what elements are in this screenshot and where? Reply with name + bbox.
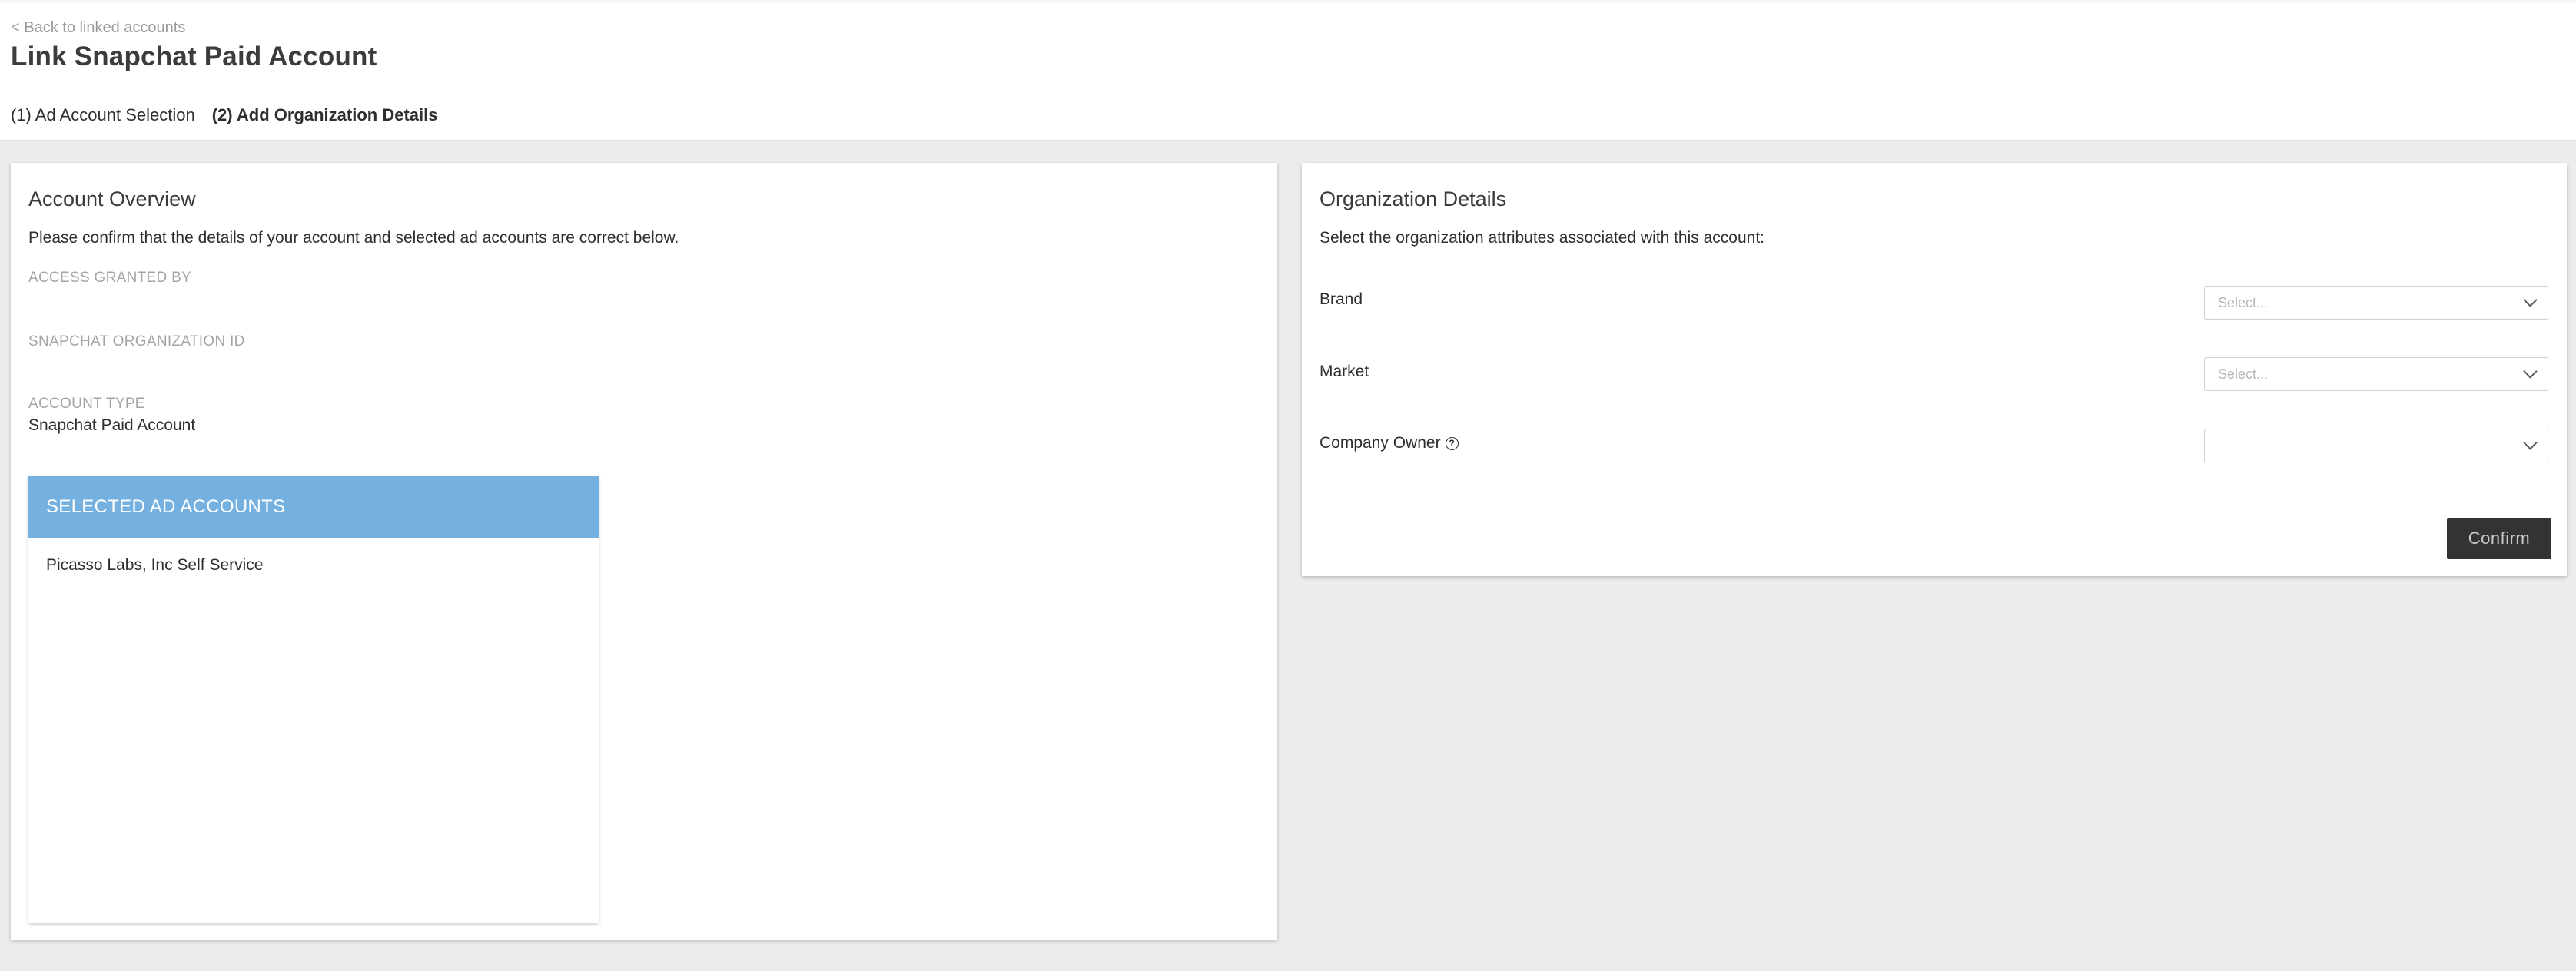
account-overview-card: Account Overview Please confirm that the… [11,163,1277,940]
company-owner-label-text: Company Owner [1320,434,1441,452]
page-title: Link Snapchat Paid Account [11,41,377,71]
organization-details-title: Organization Details [1320,187,1507,210]
chevron-down-icon [2523,293,2538,307]
market-select[interactable]: Select... [2204,357,2548,391]
access-granted-by-label: ACCESS GRANTED BY [28,270,192,286]
account-overview-description: Please confirm that the details of your … [28,229,679,247]
chevron-down-icon [2523,436,2538,450]
brand-select[interactable]: Select... [2204,286,2548,320]
company-owner-label: Company Owner ? [1320,434,1459,452]
account-overview-title: Account Overview [28,187,196,210]
selected-ad-account-item: Picasso Labs, Inc Self Service [46,556,264,574]
step-indicator: (1) Ad Account Selection (2) Add Organiz… [11,105,437,125]
selected-ad-accounts-panel: SELECTED AD ACCOUNTS Picasso Labs, Inc S… [28,476,599,923]
selected-ad-accounts-header: SELECTED AD ACCOUNTS [28,476,599,538]
step-ad-account-selection[interactable]: (1) Ad Account Selection [11,105,195,125]
chevron-down-icon [2523,364,2538,379]
back-to-linked-accounts-link[interactable]: < Back to linked accounts [11,19,185,37]
page-header: < Back to linked accounts Link Snapchat … [0,0,2576,141]
snapchat-organization-id-label: SNAPCHAT ORGANIZATION ID [28,333,245,350]
organization-details-card: Organization Details Select the organiza… [1302,163,2567,576]
brand-label: Brand [1320,290,1363,309]
question-circle-icon[interactable]: ? [1445,436,1459,450]
step-add-organization-details[interactable]: (2) Add Organization Details [212,105,438,125]
market-label-text: Market [1320,363,1369,380]
account-type-label: ACCOUNT TYPE [28,396,145,412]
brand-label-text: Brand [1320,290,1363,308]
market-select-placeholder: Select... [2218,366,2269,382]
company-owner-select[interactable] [2204,429,2548,462]
account-type-value: Snapchat Paid Account [28,416,196,434]
brand-select-placeholder: Select... [2218,295,2269,310]
organization-details-description: Select the organization attributes assoc… [1320,229,1764,247]
market-label: Market [1320,363,1369,381]
confirm-button[interactable]: Confirm [2447,518,2551,559]
